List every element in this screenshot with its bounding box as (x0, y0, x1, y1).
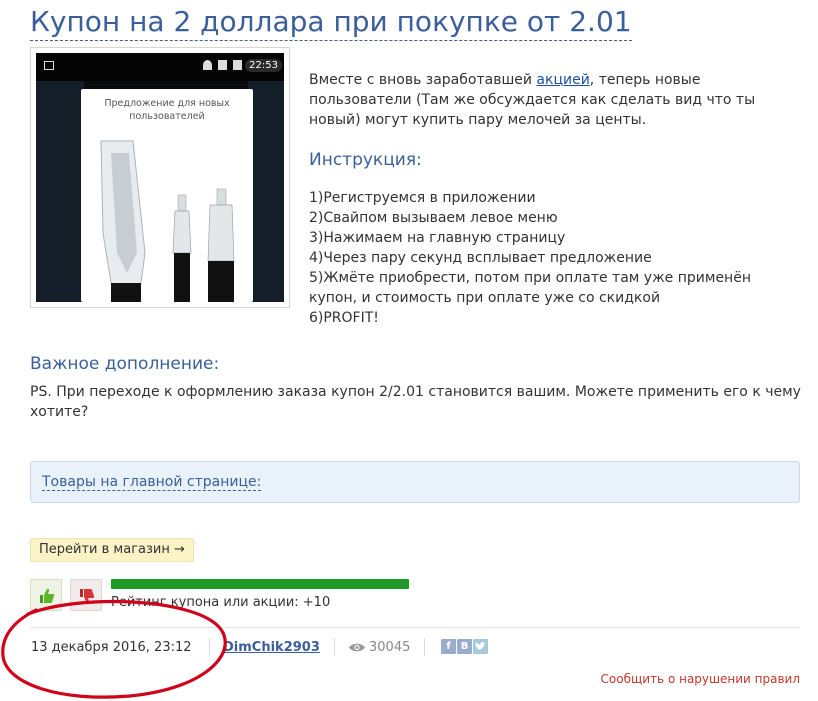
go-to-shop-button[interactable]: Перейти в магазин → (30, 538, 194, 562)
products-panel[interactable]: Товары на главной странице: (30, 461, 800, 503)
share-buttons: f B (441, 639, 488, 654)
wifi-icon (203, 60, 212, 70)
vk-icon[interactable]: B (457, 639, 472, 654)
important-heading: Важное дополнение: (30, 354, 220, 374)
rating-bar-fill (111, 579, 409, 589)
step-item: 1)Региструемся в приложении (309, 190, 536, 206)
step-item: 3)Нажимаем на главную страницу (309, 230, 566, 246)
report-violation-link[interactable]: Сообщить о нарушении правил (601, 672, 801, 686)
author-link[interactable]: DimChik2903 (223, 640, 320, 655)
phone-status-bar: 22:53 (36, 53, 284, 81)
vote-up-button[interactable] (30, 579, 62, 611)
twitter-icon[interactable] (473, 639, 488, 654)
rating-label: Рейтинг купона или акции: +10 (111, 595, 331, 610)
step-item: 5)Жмёте приобрести, потом при оплате там… (309, 270, 751, 306)
step-item: 4)Через пару секунд всплывает предложени… (309, 250, 652, 266)
post-date: 13 декабря 2016, 23:12 (31, 640, 192, 655)
phone-screenshot: 22:53 Предложение для новых пользователе… (36, 53, 284, 302)
facebook-icon[interactable]: f (441, 639, 456, 654)
offer-card: Предложение для новых пользователей (81, 89, 253, 302)
ps-paragraph: PS. При переходе к оформлению заказа куп… (30, 384, 801, 420)
phone-clock: 22:53 (245, 59, 282, 72)
image-icon (44, 61, 54, 70)
rating-bar (111, 579, 409, 589)
meta-divider (30, 627, 800, 628)
step-item: 6)PROFIT! (309, 310, 379, 326)
intro-paragraph: Вместе с вновь заработавшей акцией, тепе… (309, 72, 756, 128)
thumbs-up-icon (40, 588, 55, 603)
eye-icon (349, 643, 365, 652)
post-body: Вместе с вновь заработавшей акцией, тепе… (309, 70, 789, 328)
instruction-heading: Инструкция: (309, 150, 422, 170)
battery-icon (233, 60, 242, 70)
views-counter: 30045 (348, 640, 410, 655)
offer-caption: Предложение для новых пользователей (104, 98, 230, 122)
signal-icon (218, 60, 227, 70)
steps-list: 1)Региструемся в приложении 2)Свайпом вы… (309, 188, 789, 328)
post-title[interactable]: Купон на 2 доллара при покупке от 2.01 (30, 4, 632, 41)
promo-link[interactable]: акцией (536, 72, 589, 88)
vote-down-button[interactable] (70, 579, 102, 611)
views-count: 30045 (369, 640, 411, 655)
post-image[interactable]: 22:53 Предложение для новых пользователе… (30, 47, 290, 308)
thumbs-down-icon (80, 589, 95, 604)
products-toggle[interactable]: Товары на главной странице: (42, 474, 262, 491)
usb-cables-photo (81, 133, 253, 302)
step-item: 2)Свайпом вызываем левое меню (309, 210, 558, 226)
